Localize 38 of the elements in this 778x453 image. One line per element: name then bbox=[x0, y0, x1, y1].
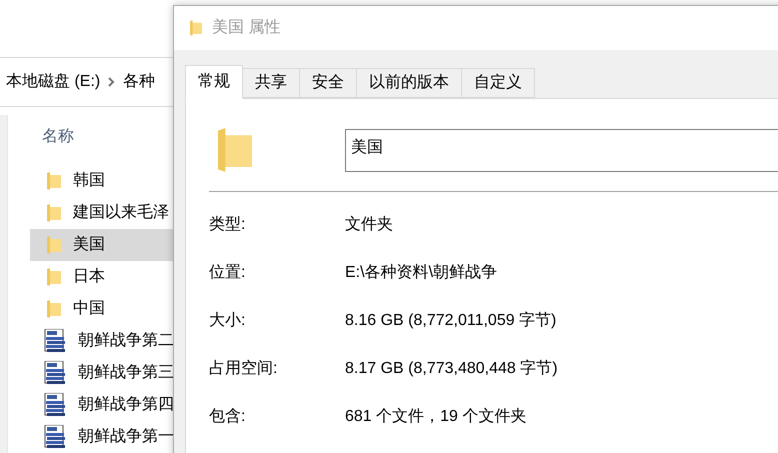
tab[interactable]: 常规 bbox=[185, 65, 243, 99]
folder-icon bbox=[47, 172, 61, 190]
file-item[interactable]: 朝鲜战争第一 bbox=[30, 421, 180, 453]
document-icon bbox=[44, 329, 66, 353]
property-value: 681 个文件，19 个文件夹 bbox=[345, 406, 526, 427]
property-label: 占用空间: bbox=[209, 358, 278, 379]
folder-icon bbox=[47, 300, 61, 318]
tab[interactable]: 共享 bbox=[243, 68, 300, 98]
folder-icon bbox=[47, 204, 61, 222]
file-item[interactable]: 日本 bbox=[30, 261, 180, 293]
property-label: 大小: bbox=[209, 310, 246, 331]
property-value: E:\各种资料\朝鲜战争 bbox=[345, 262, 498, 283]
document-icon bbox=[44, 393, 66, 417]
file-item[interactable]: 中国 bbox=[30, 293, 180, 325]
property-value: 文件夹 bbox=[345, 214, 393, 235]
file-item[interactable]: 韩国 bbox=[30, 165, 180, 197]
folder-icon bbox=[47, 268, 61, 286]
folder-icon bbox=[190, 20, 202, 36]
property-label: 包含: bbox=[209, 407, 246, 427]
breadcrumb-item[interactable]: 各种 bbox=[123, 70, 156, 94]
property-value: 8.16 GB (8,772,011,059 字节) bbox=[345, 310, 556, 331]
property-label: 类型: bbox=[209, 214, 246, 235]
name-field[interactable]: 美国 bbox=[345, 128, 778, 172]
window-title: 美国 属性 bbox=[212, 18, 280, 38]
document-icon bbox=[44, 425, 66, 449]
breadcrumb-item[interactable]: 本地磁盘 (E:) bbox=[6, 70, 100, 94]
file-item[interactable]: 朝鲜战争第二 bbox=[30, 325, 180, 357]
tab[interactable]: 自定义 bbox=[462, 68, 535, 98]
folder-icon bbox=[47, 236, 61, 254]
document-icon bbox=[44, 361, 66, 385]
file-item[interactable]: 建国以来毛泽 bbox=[30, 197, 180, 229]
property-label: 位置: bbox=[209, 263, 246, 283]
file-item[interactable]: 朝鲜战争第四 bbox=[30, 389, 180, 421]
tab[interactable]: 以前的版本 bbox=[357, 68, 462, 98]
file-item[interactable]: 朝鲜战争第三 bbox=[30, 357, 180, 389]
property-value: 8.17 GB (8,773,480,448 字节) bbox=[345, 358, 558, 379]
chevron-right-icon bbox=[108, 77, 116, 88]
tab[interactable]: 安全 bbox=[300, 68, 357, 98]
